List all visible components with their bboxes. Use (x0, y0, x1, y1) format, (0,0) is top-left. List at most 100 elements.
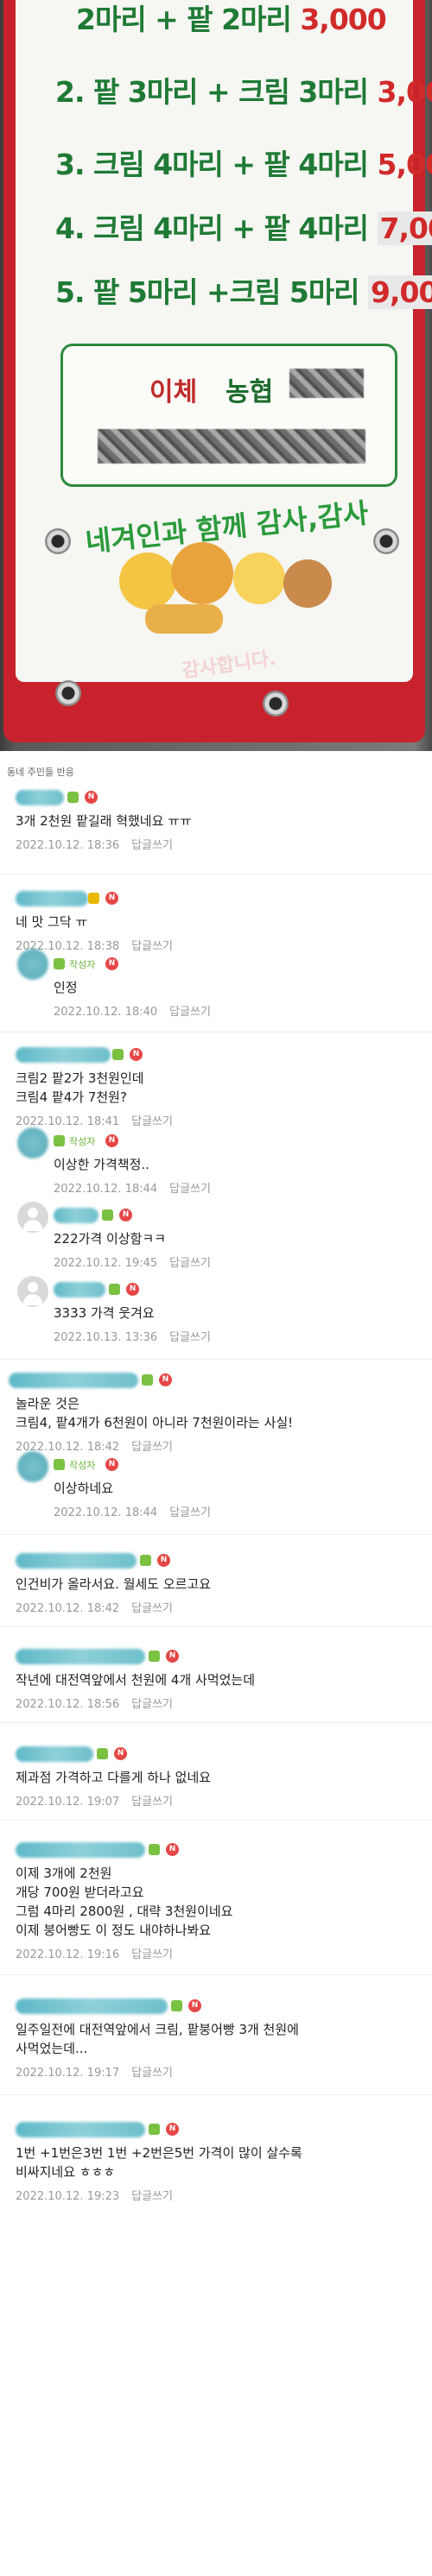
comment-meta: 2022.10.12. 19:23 답글쓰기 (16, 2181, 423, 2203)
price-sign: 2마리 + 팥 2마리 3,000 2. 팥 3마리 + 크림 3마리 3,00… (3, 0, 432, 742)
reply-button[interactable]: 답글쓰기 (131, 1602, 173, 1615)
comment-author: 작성자 N (54, 1131, 423, 1152)
author-badge: 작성자 (69, 1136, 96, 1147)
blurred-nickname (54, 1208, 98, 1223)
grommet-icon (263, 691, 289, 717)
level-icon (142, 1374, 153, 1386)
comment-text: 이상하네요 (54, 1481, 114, 1496)
menu-item-1-price: 3,000 (300, 3, 386, 36)
comment-text: 3333 가격 웃겨요 (54, 1305, 155, 1321)
level-icon (112, 1049, 124, 1060)
new-badge: N (159, 1373, 172, 1386)
menu-item-3: 3. 크림 4마리 + 팥 4마리 5,000 (55, 142, 432, 183)
comment-meta: 2022.10.12. 18:44 답글쓰기 (54, 1498, 423, 1519)
reply-button[interactable]: 답글쓰기 (131, 1948, 173, 1961)
level-icon (54, 1135, 65, 1146)
comment-author: N (16, 888, 423, 909)
cartoon-character-icon (119, 552, 176, 609)
blurred-account-number (98, 429, 365, 464)
author-badge: 작성자 (69, 959, 96, 970)
reply-button[interactable]: 답글쓰기 (169, 1506, 211, 1519)
reply-button[interactable]: 답글쓰기 (131, 2190, 173, 2203)
sign-panel: 2마리 + 팥 2마리 3,000 2. 팥 3마리 + 크림 3마리 3,00… (16, 0, 432, 682)
grommet-icon (45, 528, 71, 554)
comment-text: 인정 (54, 980, 78, 995)
cartoon-character-icon (233, 552, 285, 604)
comment-meta: 2022.10.12. 18:40 답글쓰기 (54, 997, 423, 1019)
comment-author: N (16, 787, 423, 808)
comment-text: 이제 3개에 2천원 개당 700원 받더라고요 그럼 4마리 2800원 , … (16, 1866, 233, 1938)
comment-author: N (54, 1205, 423, 1226)
comment-time: 2022.10.12. 18:44 (54, 1506, 158, 1519)
blurred-nickname (16, 1649, 145, 1664)
comment-text: 222가격 이상함ㅋㅋ (54, 1231, 166, 1247)
comment-author: N (16, 1744, 423, 1765)
reply-item: 작성자 N 이상하네요 2022.10.12. 18:44 답글쓰기 (0, 1451, 432, 1534)
reply-button[interactable]: 답글쓰기 (131, 2067, 173, 2080)
comment-text: 제과점 가격하고 다를게 하나 없네요 (16, 1770, 212, 1785)
comment-text: 3개 2천원 팥길래 혁했네요 ㅠㅠ (16, 813, 192, 829)
comment-time: 2022.10.12. 18:44 (54, 1183, 158, 1196)
reply-button[interactable]: 답글쓰기 (169, 1257, 211, 1270)
avatar (17, 1451, 48, 1482)
blurred-nickname (16, 1746, 93, 1762)
sign-slogan: 네겨인과 함께 감사,감사 (84, 496, 371, 559)
avatar (17, 1127, 48, 1159)
menu-item-3-text: 3. 크림 4마리 + 팥 4마리 (55, 148, 369, 181)
default-avatar-icon (17, 1276, 48, 1307)
comment-time: 2022.10.12. 19:45 (54, 1257, 158, 1270)
comment-item: N 3개 2천원 팥길래 혁했네요 ㅠㅠ 2022.10.12. 18:36 답글… (0, 787, 432, 874)
new-badge: N (166, 1843, 179, 1856)
reply-button[interactable]: 답글쓰기 (131, 839, 173, 852)
blurred-nickname (9, 1373, 138, 1388)
level-icon (171, 2000, 182, 2011)
reply-button[interactable]: 답글쓰기 (169, 1331, 211, 1344)
bank-transfer-box: 이체 농협 (60, 344, 397, 487)
menu-item-1: 2마리 + 팥 2마리 3,000 (76, 0, 387, 38)
avatar (17, 949, 48, 980)
new-badge: N (105, 1458, 118, 1471)
level-icon (54, 958, 65, 969)
comment-time: 2022.10.13. 13:36 (54, 1331, 158, 1344)
comment-time: 2022.10.12. 19:23 (16, 2190, 120, 2203)
reply-button[interactable]: 답글쓰기 (169, 1183, 211, 1196)
level-icon (149, 1651, 160, 1662)
bank-name: 농협 (226, 377, 274, 407)
menu-item-2-price: 3,000 (377, 75, 432, 109)
comment-meta: 2022.10.12. 19:16 답글쓰기 (16, 1940, 423, 1961)
menu-item-5-text: 5. 팥 5마리 +크림 5마리 (55, 275, 360, 309)
cartoon-character-icon (145, 604, 223, 634)
new-badge: N (114, 1747, 127, 1760)
default-avatar-icon (17, 1202, 48, 1233)
new-badge: N (105, 1134, 118, 1147)
new-badge: N (85, 791, 98, 804)
comment-meta: 2022.10.12. 18:36 답글쓰기 (16, 830, 423, 852)
comment-item: N 1번 +1번은3번 1번 +2번은5번 가격이 많이 살수록 비싸지네요 ㅎ… (0, 2095, 432, 2207)
comment-author: N (16, 2119, 423, 2140)
level-icon (88, 893, 99, 904)
comment-time: 2022.10.12. 18:41 (16, 1115, 120, 1128)
comment-item: N 크림2 팥2가 3천원인데 크림4 팥4가 7천원? 2022.10.12.… (0, 1032, 432, 1128)
comment-meta: 2022.10.12. 18:44 답글쓰기 (54, 1174, 423, 1196)
reply-item: N 222가격 이상함ㅋㅋ 2022.10.12. 19:45 답글쓰기 (0, 1202, 432, 1276)
level-icon (54, 1459, 65, 1470)
reply-button[interactable]: 답글쓰기 (131, 1115, 173, 1128)
comment-author: N (16, 1996, 423, 2017)
comment-text: 1번 +1번은3번 1번 +2번은5번 가격이 많이 살수록 비싸지네요 ㅎㅎㅎ (16, 2145, 302, 2180)
reply-button[interactable]: 답글쓰기 (169, 1006, 211, 1019)
section-header: 동네 주민들 반응 (7, 767, 74, 778)
sign-photo: 2마리 + 팥 2마리 3,000 2. 팥 3마리 + 크림 3마리 3,00… (0, 0, 432, 751)
reply-button[interactable]: 답글쓰기 (131, 1796, 173, 1809)
comment-time: 2022.10.12. 18:42 (16, 1602, 120, 1615)
menu-item-4-text: 4. 크림 4마리 + 팥 4마리 (55, 212, 369, 245)
menu-item-5-price: 9,000 (368, 275, 432, 309)
author-badge: 작성자 (69, 1460, 96, 1471)
comment-meta: 2022.10.12. 18:56 답글쓰기 (16, 1689, 423, 1711)
menu-item-1-text: 2마리 + 팥 2마리 (76, 3, 292, 36)
level-icon (149, 2124, 160, 2135)
new-badge: N (105, 957, 118, 970)
reply-button[interactable]: 답글쓰기 (131, 1698, 173, 1711)
comment-meta: 2022.10.12. 19:07 답글쓰기 (16, 1787, 423, 1809)
menu-item-2: 2. 팥 3마리 + 크림 3마리 3,000 (55, 69, 432, 110)
comment-item: N 이제 3개에 2천원 개당 700원 받더라고요 그럼 4마리 2800원 … (0, 1821, 432, 1974)
